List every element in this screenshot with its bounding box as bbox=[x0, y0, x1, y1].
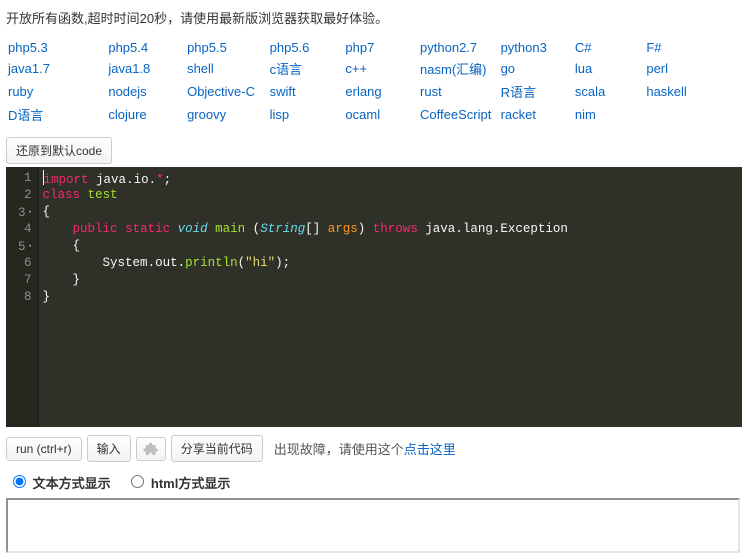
language-link-f-[interactable]: F# bbox=[646, 40, 661, 55]
input-button[interactable]: 输入 bbox=[87, 435, 131, 462]
language-link-c-[interactable]: c语言 bbox=[270, 59, 303, 78]
language-link-haskell[interactable]: haskell bbox=[646, 84, 686, 99]
language-link-clojure[interactable]: clojure bbox=[108, 107, 146, 122]
language-link-java1-7[interactable]: java1.7 bbox=[8, 61, 50, 76]
language-link-php7[interactable]: php7 bbox=[345, 40, 374, 55]
language-link-nim[interactable]: nim bbox=[575, 107, 596, 122]
language-link-php5-4[interactable]: php5.4 bbox=[108, 40, 148, 55]
language-link-ruby[interactable]: ruby bbox=[8, 84, 33, 99]
language-table: php5.3 php5.4 php5.5 php5.6 php7 python2.7 pyt… bbox=[6, 37, 726, 127]
fault-message: 出现故障，请使用这个点击这里 bbox=[274, 439, 456, 458]
language-link-objective-c[interactable]: Objective-C bbox=[187, 84, 255, 99]
code-line-5[interactable]: { bbox=[43, 238, 738, 255]
language-link-d-[interactable]: D语言 bbox=[8, 105, 43, 124]
display-mode-html-label[interactable]: html方式显示 bbox=[126, 476, 230, 491]
language-link-racket[interactable]: racket bbox=[501, 107, 536, 122]
language-link-go[interactable]: go bbox=[501, 61, 515, 76]
run-button[interactable]: run (ctrl+r) bbox=[6, 437, 82, 461]
language-link-nasm-[interactable]: nasm(汇编) bbox=[420, 59, 486, 78]
notice-text: 开放所有函数,超时时间20秒，请使用最新版浏览器获取最好体验。 bbox=[6, 8, 742, 27]
plugin-button[interactable] bbox=[136, 437, 166, 461]
language-link-perl[interactable]: perl bbox=[646, 61, 668, 76]
gutter-line-8: 8 bbox=[18, 289, 32, 306]
language-link-groovy[interactable]: groovy bbox=[187, 107, 226, 122]
share-button[interactable]: 分享当前代码 bbox=[171, 435, 263, 462]
language-link-php5-3[interactable]: php5.3 bbox=[8, 40, 48, 55]
fault-link[interactable]: 点击这里 bbox=[404, 442, 456, 457]
display-mode-row: 文本方式显示 html方式显示 bbox=[8, 472, 742, 492]
gutter-line-6: 6 bbox=[18, 255, 32, 272]
language-link-nodejs[interactable]: nodejs bbox=[108, 84, 146, 99]
editor-code-area[interactable]: import java.io.*;class test{ public stat… bbox=[39, 167, 742, 427]
language-link-c-[interactable]: c++ bbox=[345, 61, 367, 76]
language-link-lua[interactable]: lua bbox=[575, 61, 592, 76]
editor-gutter: 12345678 bbox=[6, 167, 39, 427]
code-line-2[interactable]: class test bbox=[43, 187, 738, 204]
gutter-line-5: 5 bbox=[18, 238, 32, 255]
code-line-8[interactable]: } bbox=[43, 289, 738, 306]
gutter-line-1: 1 bbox=[18, 170, 32, 187]
language-link-ocaml[interactable]: ocaml bbox=[345, 107, 380, 122]
gutter-line-7: 7 bbox=[18, 272, 32, 289]
language-link-python3[interactable]: python3 bbox=[501, 40, 547, 55]
language-link-shell[interactable]: shell bbox=[187, 61, 214, 76]
display-mode-text-radio[interactable] bbox=[13, 475, 26, 488]
display-mode-text-label[interactable]: 文本方式显示 bbox=[8, 476, 114, 491]
output-box bbox=[6, 498, 740, 553]
lower-toolbar: run (ctrl+r) 输入 分享当前代码 出现故障，请使用这个点击这里 bbox=[6, 435, 742, 462]
language-link-coffeescript[interactable]: CoffeeScript bbox=[420, 107, 491, 122]
puzzle-piece-icon bbox=[143, 441, 159, 457]
fault-prefix: 出现故障，请使用这个 bbox=[274, 442, 404, 457]
language-link-r-[interactable]: R语言 bbox=[501, 82, 536, 101]
code-line-1[interactable]: import java.io.*; bbox=[43, 170, 738, 187]
code-editor[interactable]: 12345678 import java.io.*;class test{ pu… bbox=[6, 167, 742, 427]
code-line-6[interactable]: System.out.println("hi"); bbox=[43, 255, 738, 272]
language-link-scala[interactable]: scala bbox=[575, 84, 605, 99]
code-line-7[interactable]: } bbox=[43, 272, 738, 289]
language-link-java1-8[interactable]: java1.8 bbox=[108, 61, 150, 76]
gutter-line-4: 4 bbox=[18, 221, 32, 238]
language-link-rust[interactable]: rust bbox=[420, 84, 442, 99]
language-link-php5-5[interactable]: php5.5 bbox=[187, 40, 227, 55]
restore-default-button[interactable]: 还原到默认code bbox=[6, 137, 112, 164]
language-link-c-[interactable]: C# bbox=[575, 40, 592, 55]
display-mode-html-caption: html方式显示 bbox=[151, 476, 230, 491]
language-link-lisp[interactable]: lisp bbox=[270, 107, 290, 122]
display-mode-text-caption: 文本方式显示 bbox=[33, 476, 111, 491]
language-link-swift[interactable]: swift bbox=[270, 84, 296, 99]
language-link-php5-6[interactable]: php5.6 bbox=[270, 40, 310, 55]
gutter-line-3: 3 bbox=[18, 204, 32, 221]
language-link-python2-7[interactable]: python2.7 bbox=[420, 40, 477, 55]
display-mode-html-radio[interactable] bbox=[131, 475, 144, 488]
code-line-3[interactable]: { bbox=[43, 204, 738, 221]
gutter-line-2: 2 bbox=[18, 187, 32, 204]
code-line-4[interactable]: public static void main (String[] args) … bbox=[43, 221, 738, 238]
language-link-erlang[interactable]: erlang bbox=[345, 84, 381, 99]
